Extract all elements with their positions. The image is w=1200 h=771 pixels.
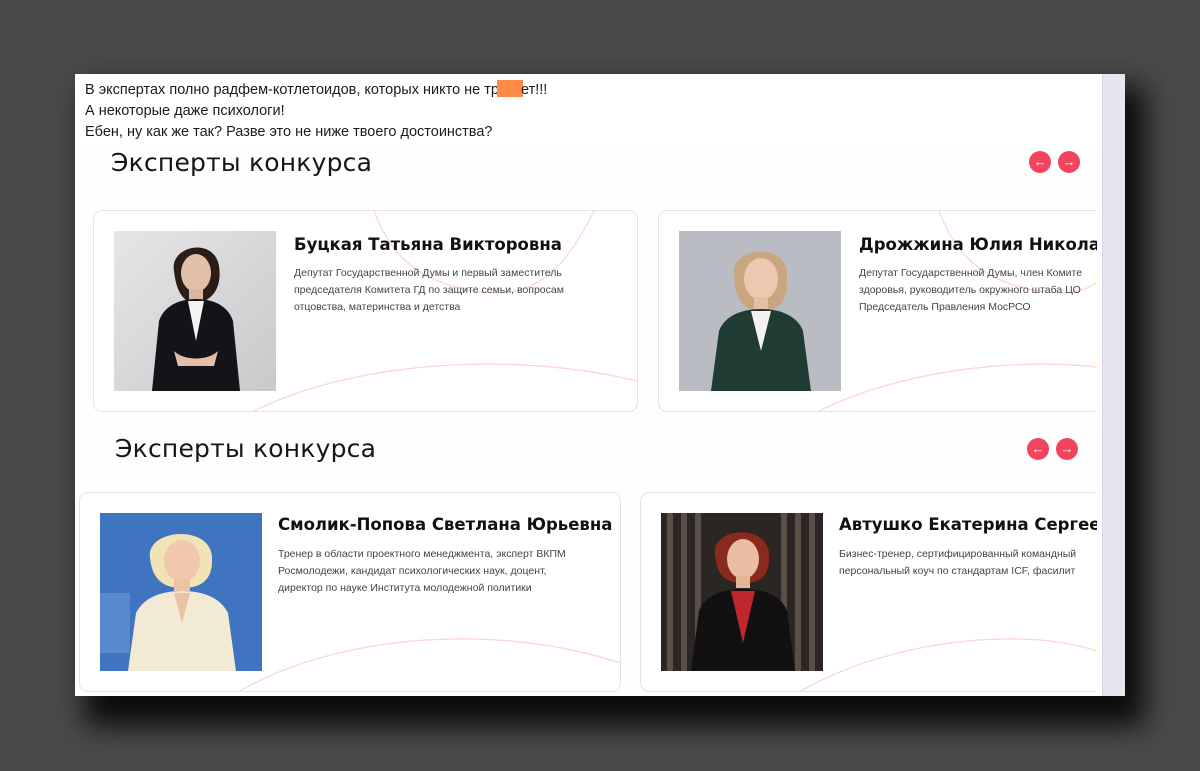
expert-card[interactable]: Дрожжина Юлия Николае Депутат Государств…	[658, 210, 1097, 412]
expert-photo	[100, 513, 262, 671]
expert-photo	[679, 231, 841, 391]
expert-name: Дрожжина Юлия Николае	[859, 235, 1097, 254]
arrow-right-icon: →	[1062, 154, 1076, 169]
expert-name: Автушко Екатерина Сергеев	[839, 515, 1097, 534]
caption-line-3: Ебен, ну как же так? Разве это не ниже т…	[85, 124, 493, 140]
experts-section-2: Эксперты конкурса ← → Смолик-Попова Свет…	[75, 430, 1097, 696]
expert-description: Тренер в области проектного менеджмента,…	[278, 548, 566, 594]
expert-card[interactable]: Автушко Екатерина Сергеев Бизнес-тренер,…	[640, 492, 1097, 692]
carousel-next-button[interactable]: →	[1056, 438, 1078, 460]
arrow-left-icon: ←	[1033, 154, 1047, 169]
expert-card[interactable]: Смолик-Попова Светлана Юрьевна Тренер в …	[79, 492, 621, 692]
expert-description: Депутат Государственной Думы и первый за…	[294, 267, 564, 313]
section-title: Эксперты конкурса	[115, 434, 377, 463]
post-caption: В экспертах полно радфем-котлетоидов, ко…	[85, 80, 547, 143]
caption-line-2: А некоторые даже психологи!	[85, 103, 285, 119]
arrow-right-icon: →	[1060, 441, 1074, 456]
expert-photo	[661, 513, 823, 671]
scrollbar[interactable]	[1102, 74, 1125, 696]
expert-photo	[114, 231, 276, 391]
carousel-prev-button[interactable]: ←	[1027, 438, 1049, 460]
expert-description: Депутат Государственной Думы, член Комит…	[859, 267, 1083, 313]
experts-section-1: Эксперты конкурса ← → Буцкая Татьяна Вик…	[75, 146, 1097, 418]
expert-card[interactable]: Буцкая Татьяна Викторовна Депутат Госуда…	[93, 210, 638, 412]
expert-description: Бизнес-тренер, сертифицированный командн…	[839, 548, 1077, 577]
expert-name: Буцкая Татьяна Викторовна	[294, 235, 562, 254]
section-title: Эксперты конкурса	[111, 148, 373, 177]
caption-line-1: В экспертах полно радфем-котлетоидов, ко…	[85, 80, 548, 98]
post-container: В экспертах полно радфем-котлетоидов, ко…	[75, 74, 1125, 696]
carousel-next-button[interactable]: →	[1058, 151, 1080, 173]
expert-name: Смолик-Попова Светлана Юрьевна	[278, 515, 613, 534]
redaction-mark	[496, 80, 523, 97]
arrow-left-icon: ←	[1031, 441, 1045, 456]
carousel-prev-button[interactable]: ←	[1029, 151, 1051, 173]
